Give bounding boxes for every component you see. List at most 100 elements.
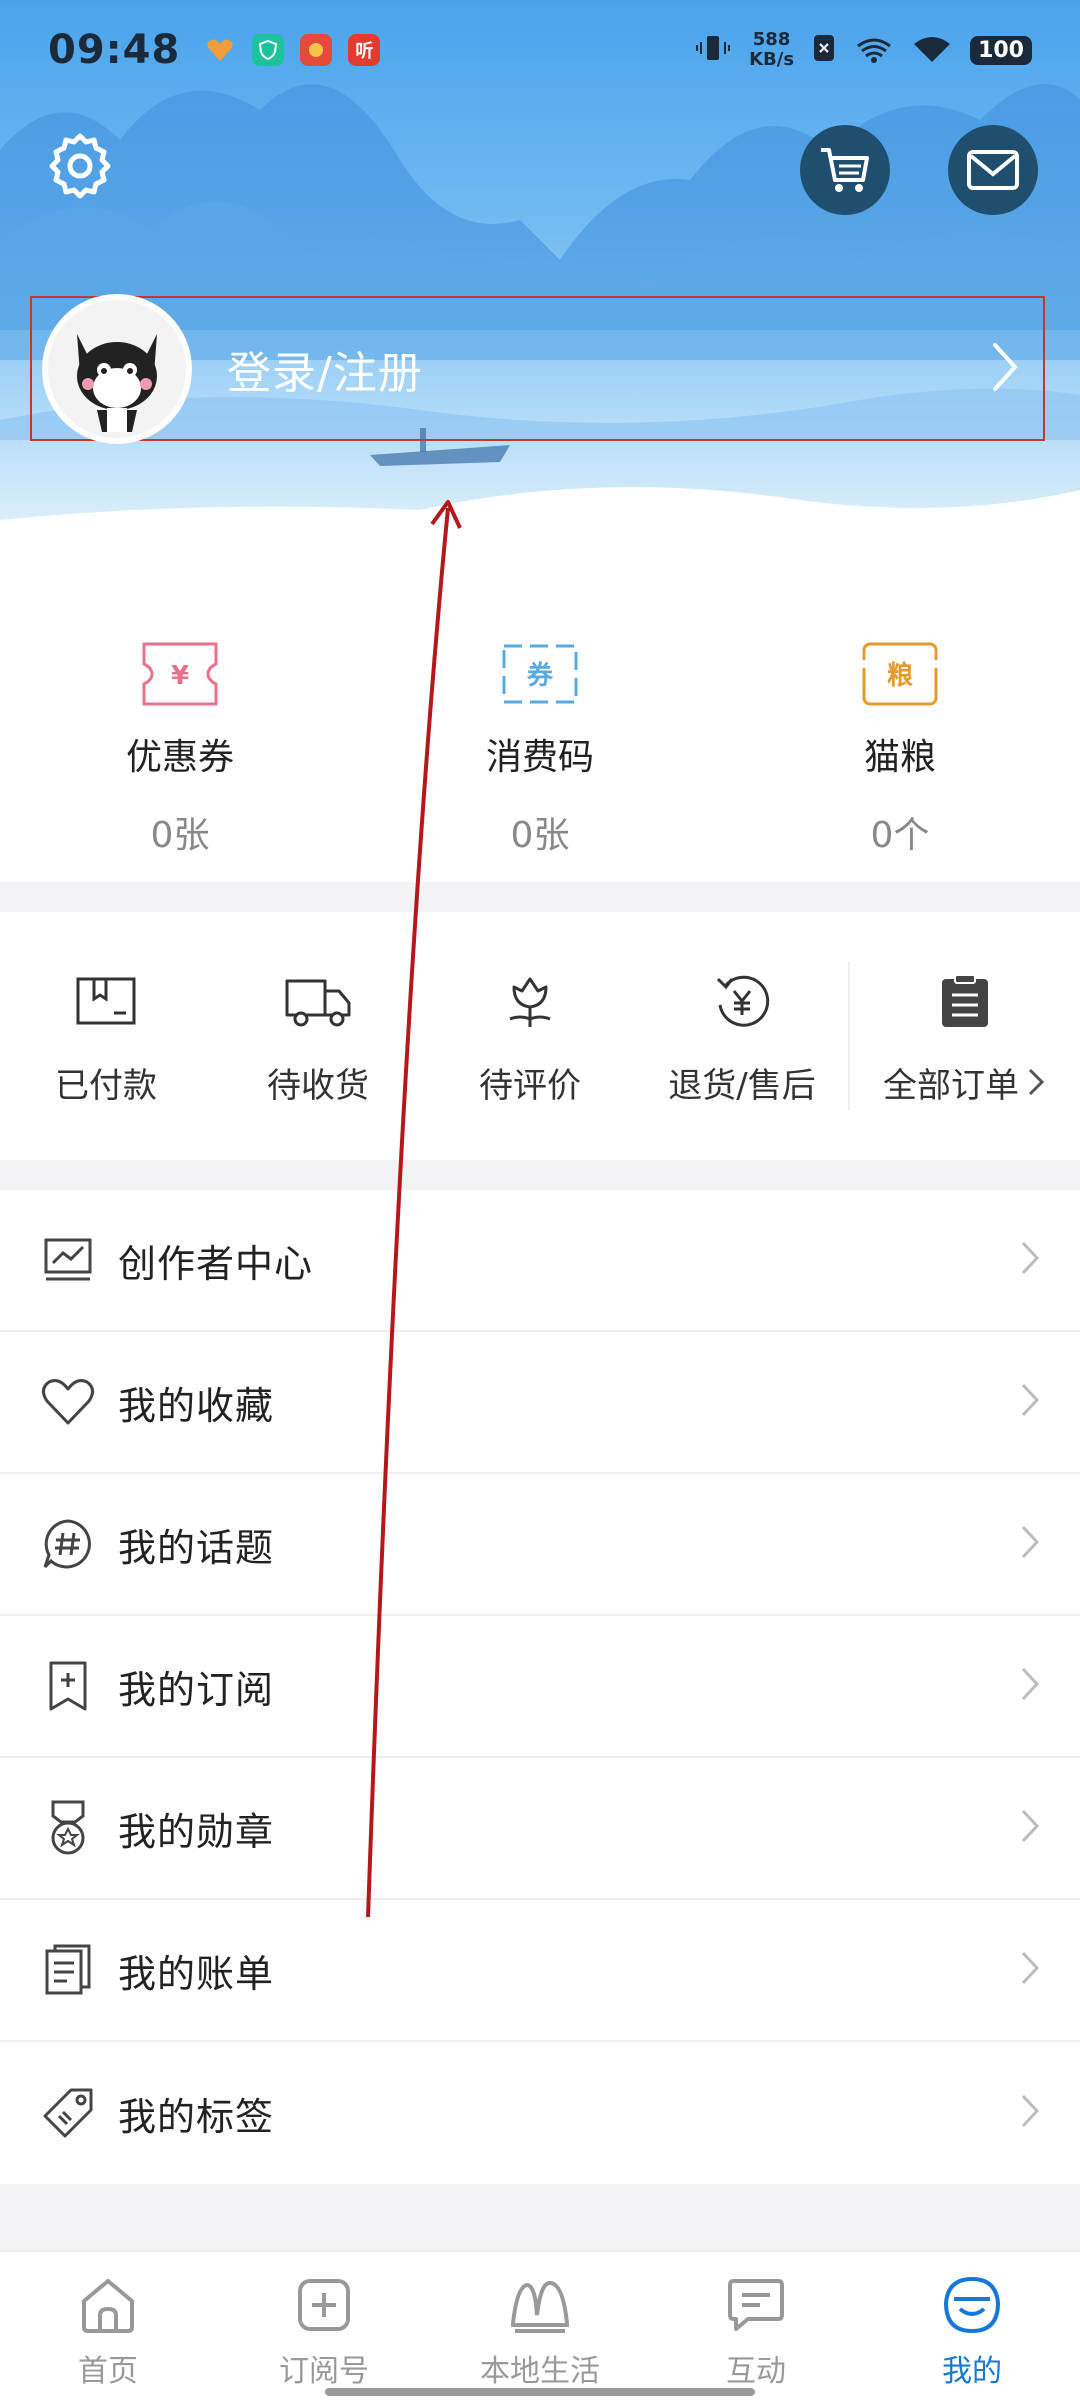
nav-label: 首页 bbox=[78, 2354, 138, 2389]
login-register-row[interactable]: 登录/注册 bbox=[30, 293, 1045, 444]
flower-review-icon bbox=[500, 966, 560, 1036]
status-indicators: 588 KB/s 100 bbox=[695, 30, 1032, 70]
network-speed: 588 KB/s bbox=[749, 30, 794, 70]
order-label: 待收货 bbox=[267, 1065, 369, 1106]
refund-icon bbox=[712, 966, 772, 1036]
stat-label: 猫粮 bbox=[863, 737, 936, 778]
me-icon bbox=[939, 2272, 1005, 2338]
menu-label: 我的账单 bbox=[118, 1951, 275, 1996]
battery-indicator: 100 bbox=[970, 35, 1032, 65]
home-indicator[interactable] bbox=[325, 2388, 755, 2396]
sim-icon bbox=[812, 33, 836, 68]
signal-icon bbox=[854, 32, 894, 69]
gear-icon bbox=[49, 133, 111, 199]
bottom-navigation: 首页 订阅号 本地生活 互动 我的 bbox=[0, 2250, 1080, 2400]
menu-label: 创作者中心 bbox=[118, 1241, 314, 1286]
truck-icon bbox=[283, 966, 353, 1036]
order-refund[interactable]: 退货/售后 bbox=[636, 966, 848, 1107]
stat-value: 0张 bbox=[150, 815, 210, 856]
chevron-right-icon bbox=[1018, 1806, 1042, 1850]
all-orders-button[interactable]: 全部订单 bbox=[850, 966, 1080, 1107]
menu-item-subscriptions[interactable]: 我的订阅 bbox=[0, 1616, 1080, 1758]
order-label: 退货/售后 bbox=[668, 1065, 816, 1106]
voucher-icon: 券 bbox=[498, 640, 582, 708]
svg-text:¥: ¥ bbox=[171, 661, 189, 691]
game-app-icon bbox=[300, 34, 333, 66]
settings-button[interactable] bbox=[44, 130, 116, 202]
menu-item-tags[interactable]: 我的标签 bbox=[0, 2042, 1080, 2184]
chevron-right-icon bbox=[1018, 1522, 1042, 1566]
login-register-text[interactable]: 登录/注册 bbox=[227, 337, 423, 401]
subscribe-icon bbox=[291, 2272, 357, 2338]
nav-me[interactable]: 我的 bbox=[864, 2252, 1080, 2400]
menu-label: 我的话题 bbox=[118, 1525, 275, 1570]
local-life-icon bbox=[507, 2272, 573, 2338]
assets-summary: ¥ 优惠券 0张 券 消费码 0张 粮 猫粮 0个 bbox=[0, 600, 1080, 882]
nav-label: 订阅号 bbox=[279, 2354, 369, 2389]
nav-subscriptions[interactable]: 订阅号 bbox=[216, 2252, 432, 2400]
svg-text:粮: 粮 bbox=[887, 660, 913, 691]
wifi-icon bbox=[912, 32, 952, 69]
chevron-right-icon bbox=[1018, 1380, 1042, 1424]
all-orders-text: 全部订单 bbox=[883, 1065, 1019, 1106]
bill-icon bbox=[40, 1942, 96, 1998]
cart-icon bbox=[821, 148, 869, 192]
heart-icon bbox=[40, 1374, 96, 1430]
vibrate-icon bbox=[695, 32, 731, 69]
chat-icon bbox=[723, 2272, 789, 2338]
menu-item-bills[interactable]: 我的账单 bbox=[0, 1900, 1080, 2042]
tag-icon bbox=[40, 2085, 96, 2141]
nav-local-life[interactable]: 本地生活 bbox=[432, 2252, 648, 2400]
messages-button[interactable] bbox=[948, 125, 1038, 215]
mail-icon bbox=[967, 150, 1019, 190]
all-orders-label: 全部订单 bbox=[883, 1058, 1047, 1107]
menu-label: 我的收藏 bbox=[118, 1383, 275, 1428]
chevron-right-icon bbox=[987, 337, 1023, 401]
order-to-receive[interactable]: 待收货 bbox=[212, 966, 424, 1107]
chevron-right-icon bbox=[1018, 1238, 1042, 1282]
menu-item-favorites[interactable]: 我的收藏 bbox=[0, 1332, 1080, 1474]
profile-header: 09:48 听 588 KB/s 100 登录/注册 bbox=[0, 0, 1080, 600]
svg-text:券: 券 bbox=[527, 661, 554, 691]
chevron-right-icon bbox=[1018, 1664, 1042, 1708]
heart-app-icon bbox=[204, 34, 236, 66]
chevron-right-icon bbox=[1018, 2091, 1042, 2135]
speed-unit: KB/s bbox=[749, 49, 795, 70]
cat-food-icon: 粮 bbox=[858, 640, 942, 708]
nav-interaction[interactable]: 互动 bbox=[648, 2252, 864, 2400]
chevron-right-icon bbox=[1018, 1948, 1042, 1992]
menu-label: 我的订阅 bbox=[118, 1667, 275, 1712]
speed-value: 588 bbox=[752, 29, 791, 50]
order-paid[interactable]: 已付款 bbox=[0, 966, 212, 1107]
stat-cat-food[interactable]: 粮 猫粮 0个 bbox=[720, 600, 1080, 882]
medal-icon bbox=[40, 1800, 96, 1856]
bookmark-plus-icon bbox=[40, 1658, 96, 1714]
cat-avatar-icon bbox=[77, 333, 157, 432]
stat-label: 消费码 bbox=[485, 737, 594, 778]
nav-home[interactable]: 首页 bbox=[0, 2252, 216, 2400]
status-bar: 09:48 听 588 KB/s 100 bbox=[0, 0, 1080, 100]
listen-app-icon: 听 bbox=[348, 34, 381, 66]
stat-value: 0个 bbox=[870, 815, 930, 856]
avatar[interactable] bbox=[42, 293, 192, 444]
stat-coupon[interactable]: ¥ 优惠券 0张 bbox=[0, 600, 360, 882]
menu-label: 我的勋章 bbox=[118, 1809, 275, 1854]
stat-label: 优惠券 bbox=[125, 737, 234, 778]
order-label: 待评价 bbox=[479, 1065, 581, 1106]
nav-label: 我的 bbox=[942, 2354, 1002, 2389]
notification-icons: 听 bbox=[204, 34, 381, 66]
menu-item-topics[interactable]: 我的话题 bbox=[0, 1474, 1080, 1616]
menu-label: 我的标签 bbox=[118, 2094, 275, 2139]
chart-icon bbox=[40, 1232, 96, 1288]
clipboard-icon bbox=[940, 966, 990, 1036]
cart-button[interactable] bbox=[800, 125, 890, 215]
order-label: 已付款 bbox=[55, 1065, 157, 1106]
menu-item-creator-center[interactable]: 创作者中心 bbox=[0, 1190, 1080, 1332]
status-time: 09:48 bbox=[48, 27, 181, 73]
menu-item-medals[interactable]: 我的勋章 bbox=[0, 1758, 1080, 1900]
paid-box-icon bbox=[74, 966, 138, 1036]
order-to-review[interactable]: 待评价 bbox=[424, 966, 636, 1107]
home-icon bbox=[75, 2272, 141, 2338]
nav-label: 本地生活 bbox=[480, 2354, 600, 2389]
stat-voucher[interactable]: 券 消费码 0张 bbox=[360, 600, 720, 882]
